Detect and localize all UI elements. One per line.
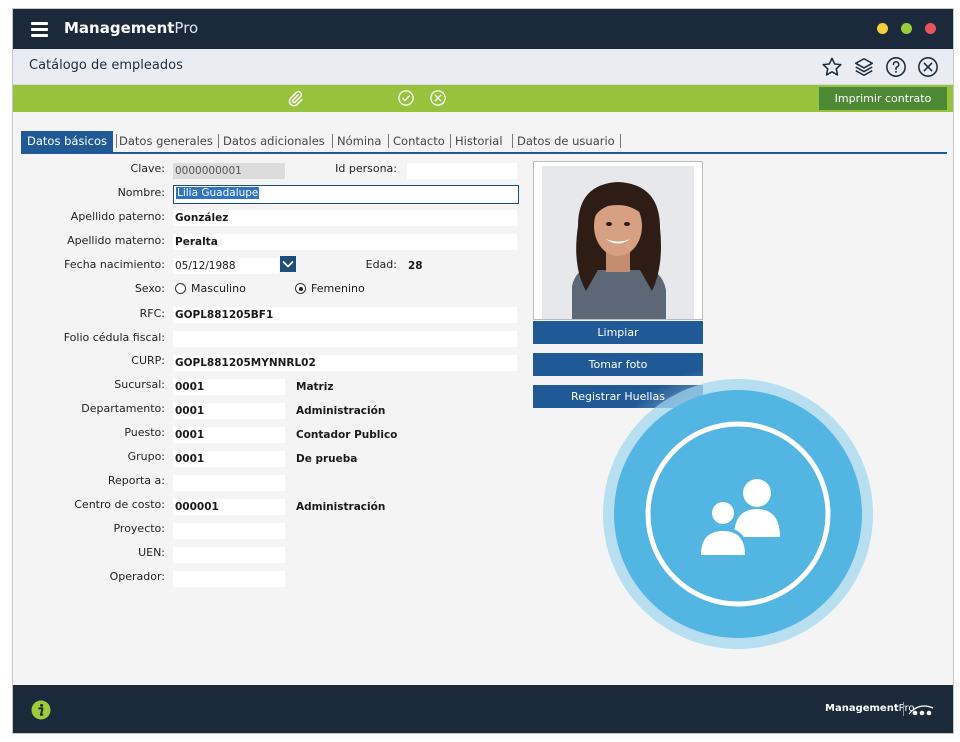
tab-contacto[interactable]: Contacto xyxy=(393,131,445,152)
operador-label: Operador: xyxy=(109,570,165,583)
rfc-label: RFC: xyxy=(139,307,165,320)
sucursal-desc: Matriz xyxy=(296,381,334,393)
window-minimize-button[interactable] xyxy=(877,23,888,34)
window-maximize-button[interactable] xyxy=(901,23,912,34)
tab-historial[interactable]: Historial xyxy=(455,131,503,152)
tab-datos-adicionales[interactable]: Datos adicionales xyxy=(223,131,325,152)
tab-separator xyxy=(116,134,117,148)
tab-separator xyxy=(332,134,333,148)
clear-photo-button[interactable]: Limpiar xyxy=(533,321,703,344)
layers-icon[interactable] xyxy=(853,56,875,78)
id-persona-field[interactable] xyxy=(407,163,517,179)
brand-logo-icon xyxy=(908,705,934,716)
folio-cedula-label: Folio cédula fiscal: xyxy=(63,331,165,344)
sexo-label: Sexo: xyxy=(134,282,165,295)
fecha-nacimiento-field[interactable]: 05/12/1988 xyxy=(173,258,279,274)
reporta-a-field[interactable] xyxy=(173,475,285,491)
curp-field[interactable]: GOPL881205MYNNRL02 xyxy=(173,355,517,371)
grupo-field[interactable]: 0001 xyxy=(173,451,285,467)
fecha-nacimiento-label: Fecha nacimiento: xyxy=(64,258,165,271)
footer-bar: ManagementPro xyxy=(13,685,953,733)
tab-separator xyxy=(218,134,219,148)
nombre-selected-text: Lilia Guadalupe xyxy=(176,187,260,199)
id-persona-label: Id persona: xyxy=(335,162,397,175)
footer-brand: ManagementPro xyxy=(825,703,914,714)
grupo-label: Grupo: xyxy=(127,450,165,463)
clave-label: Clave: xyxy=(130,162,165,175)
tab-nomina[interactable]: Nómina xyxy=(337,131,381,152)
centro-costo-field[interactable]: 000001 xyxy=(173,499,285,515)
footer-brand-bold: Management xyxy=(825,703,899,714)
uen-label: UEN: xyxy=(138,546,165,559)
grupo-desc: De prueba xyxy=(296,453,358,465)
employee-photo-frame xyxy=(533,161,703,320)
departamento-desc: Administración xyxy=(296,405,386,417)
action-toolbar: Imprimir contrato xyxy=(13,85,953,112)
centro-costo-label: Centro de costo: xyxy=(74,498,165,511)
info-icon[interactable] xyxy=(31,700,51,720)
sucursal-label: Sucursal: xyxy=(114,378,165,391)
app-name-light: Pro xyxy=(174,19,199,37)
tab-bar: Datos básicos Datos generales Datos adic… xyxy=(21,131,947,154)
operador-field[interactable] xyxy=(173,571,285,587)
clave-field: 0000000001 xyxy=(173,163,285,179)
app-window: ManagementPro Catálogo de empleados Impr… xyxy=(12,8,954,734)
date-picker-button[interactable] xyxy=(280,256,296,272)
chevron-down-icon xyxy=(282,261,294,268)
page-header: Catálogo de empleados xyxy=(13,49,953,85)
radio-femenino-label: Femenino xyxy=(311,282,365,295)
radio-masculino-label: Masculino xyxy=(191,282,246,295)
departamento-field[interactable]: 0001 xyxy=(173,403,285,419)
hamburger-menu-icon[interactable] xyxy=(31,22,48,37)
nombre-field[interactable]: Lilia Guadalupe xyxy=(173,185,519,204)
curp-label: CURP: xyxy=(131,354,165,367)
puesto-label: Puesto: xyxy=(124,426,165,439)
window-close-button[interactable] xyxy=(925,23,936,34)
radio-masculino[interactable] xyxy=(175,283,186,294)
puesto-desc: Contador Publico xyxy=(296,429,398,441)
edad-value: 28 xyxy=(408,260,423,272)
tab-datos-basicos[interactable]: Datos básicos xyxy=(21,131,113,152)
paperclip-icon[interactable] xyxy=(286,89,304,107)
tab-separator xyxy=(620,134,621,148)
tab-datos-generales[interactable]: Datos generales xyxy=(119,131,213,152)
uen-field[interactable] xyxy=(173,547,285,563)
title-bar: ManagementPro xyxy=(13,9,953,49)
departamento-label: Departamento: xyxy=(81,402,165,415)
nombre-label: Nombre: xyxy=(117,186,165,199)
app-name-bold: Management xyxy=(64,19,175,37)
proyecto-label: Proyecto: xyxy=(113,522,165,535)
employee-photo xyxy=(542,166,694,319)
confirm-icon[interactable] xyxy=(397,89,415,107)
star-icon[interactable] xyxy=(821,56,843,78)
employees-icon xyxy=(588,364,888,664)
edad-label: Edad: xyxy=(365,258,397,271)
tab-separator xyxy=(512,134,513,148)
apellido-materno-label: Apellido materno: xyxy=(67,234,165,247)
sucursal-field[interactable]: 0001 xyxy=(173,379,285,395)
tab-separator xyxy=(388,134,389,148)
app-name: ManagementPro xyxy=(64,19,198,37)
apellido-materno-field[interactable]: Peralta xyxy=(173,234,517,250)
tab-datos-de-usuario[interactable]: Datos de usuario xyxy=(517,131,615,152)
cancel-icon[interactable] xyxy=(429,89,447,107)
footer-divider xyxy=(903,702,904,716)
close-circle-icon[interactable] xyxy=(917,56,939,78)
centro-costo-desc: Administración xyxy=(296,501,386,513)
proyecto-field[interactable] xyxy=(173,523,285,539)
puesto-field[interactable]: 0001 xyxy=(173,427,285,443)
apellido-paterno-label: Apellido paterno: xyxy=(70,210,165,223)
tab-separator xyxy=(450,134,451,148)
radio-femenino[interactable] xyxy=(295,283,306,294)
apellido-paterno-field[interactable]: González xyxy=(173,210,517,226)
folio-cedula-field[interactable] xyxy=(173,331,517,347)
help-icon[interactable] xyxy=(885,56,907,78)
print-contract-button[interactable]: Imprimir contrato xyxy=(819,87,947,110)
page-title: Catálogo de empleados xyxy=(29,58,183,73)
reporta-a-label: Reporta a: xyxy=(107,474,165,487)
rfc-field[interactable]: GOPL881205BF1 xyxy=(173,307,517,323)
radio-selected-dot xyxy=(298,286,303,291)
